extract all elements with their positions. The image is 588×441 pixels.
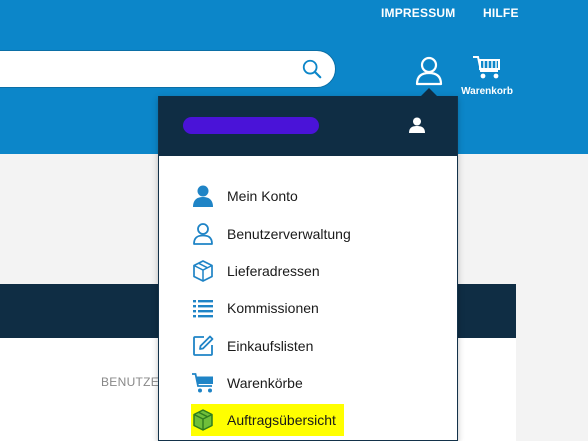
- menu-item-auftragsuebersicht[interactable]: Auftragsübersicht: [191, 404, 344, 436]
- menu-item-label: Kommissionen: [227, 300, 319, 316]
- menu-item-lieferadressen[interactable]: Lieferadressen: [191, 255, 320, 287]
- menu-item-label: Auftragsübersicht: [227, 412, 336, 428]
- package-icon: [193, 409, 213, 431]
- page: IMPRESSUM HILFE Warenkorb BENUTZE Mein K…: [0, 0, 588, 441]
- list-icon: [193, 300, 213, 318]
- menu-item-label: Lieferadressen: [227, 263, 320, 279]
- cart-button[interactable]: Warenkorb: [455, 54, 519, 110]
- impressum-link[interactable]: IMPRESSUM: [381, 6, 455, 20]
- search-icon[interactable]: [301, 58, 323, 80]
- account-dropdown: Mein Konto Benutzerverwaltung Lieferadre…: [158, 88, 458, 441]
- user-filled-icon: [193, 185, 213, 207]
- menu-item-label: Warenkörbe: [227, 375, 303, 391]
- user-icon: [409, 117, 425, 133]
- menu-item-label: Benutzerverwaltung: [227, 226, 351, 242]
- search-box: [0, 50, 336, 88]
- user-outline-icon: [193, 223, 213, 245]
- menu-item-benutzerverwaltung[interactable]: Benutzerverwaltung: [191, 218, 351, 250]
- edit-icon: [193, 335, 214, 356]
- cart-icon: [192, 373, 213, 393]
- box-icon: [193, 260, 213, 282]
- menu-item-warenkoerbe[interactable]: Warenkörbe: [191, 367, 303, 399]
- help-link[interactable]: HILFE: [483, 6, 519, 20]
- menu-item-kommissionen[interactable]: Kommissionen: [191, 292, 319, 324]
- search-input[interactable]: [5, 59, 275, 79]
- account-button[interactable]: [415, 56, 443, 86]
- menu-item-label: Einkaufslisten: [227, 338, 314, 354]
- cart-label: Warenkorb: [461, 86, 513, 97]
- menu-item-label: Mein Konto: [227, 188, 298, 204]
- cart-icon: [473, 56, 500, 79]
- account-dropdown-header: [159, 96, 457, 156]
- top-bar: IMPRESSUM HILFE: [0, 0, 588, 26]
- redacted-username: [183, 117, 319, 134]
- menu-item-mein-konto[interactable]: Mein Konto: [191, 180, 298, 212]
- content-label: BENUTZE: [101, 375, 160, 389]
- menu-item-einkaufslisten[interactable]: Einkaufslisten: [191, 330, 313, 362]
